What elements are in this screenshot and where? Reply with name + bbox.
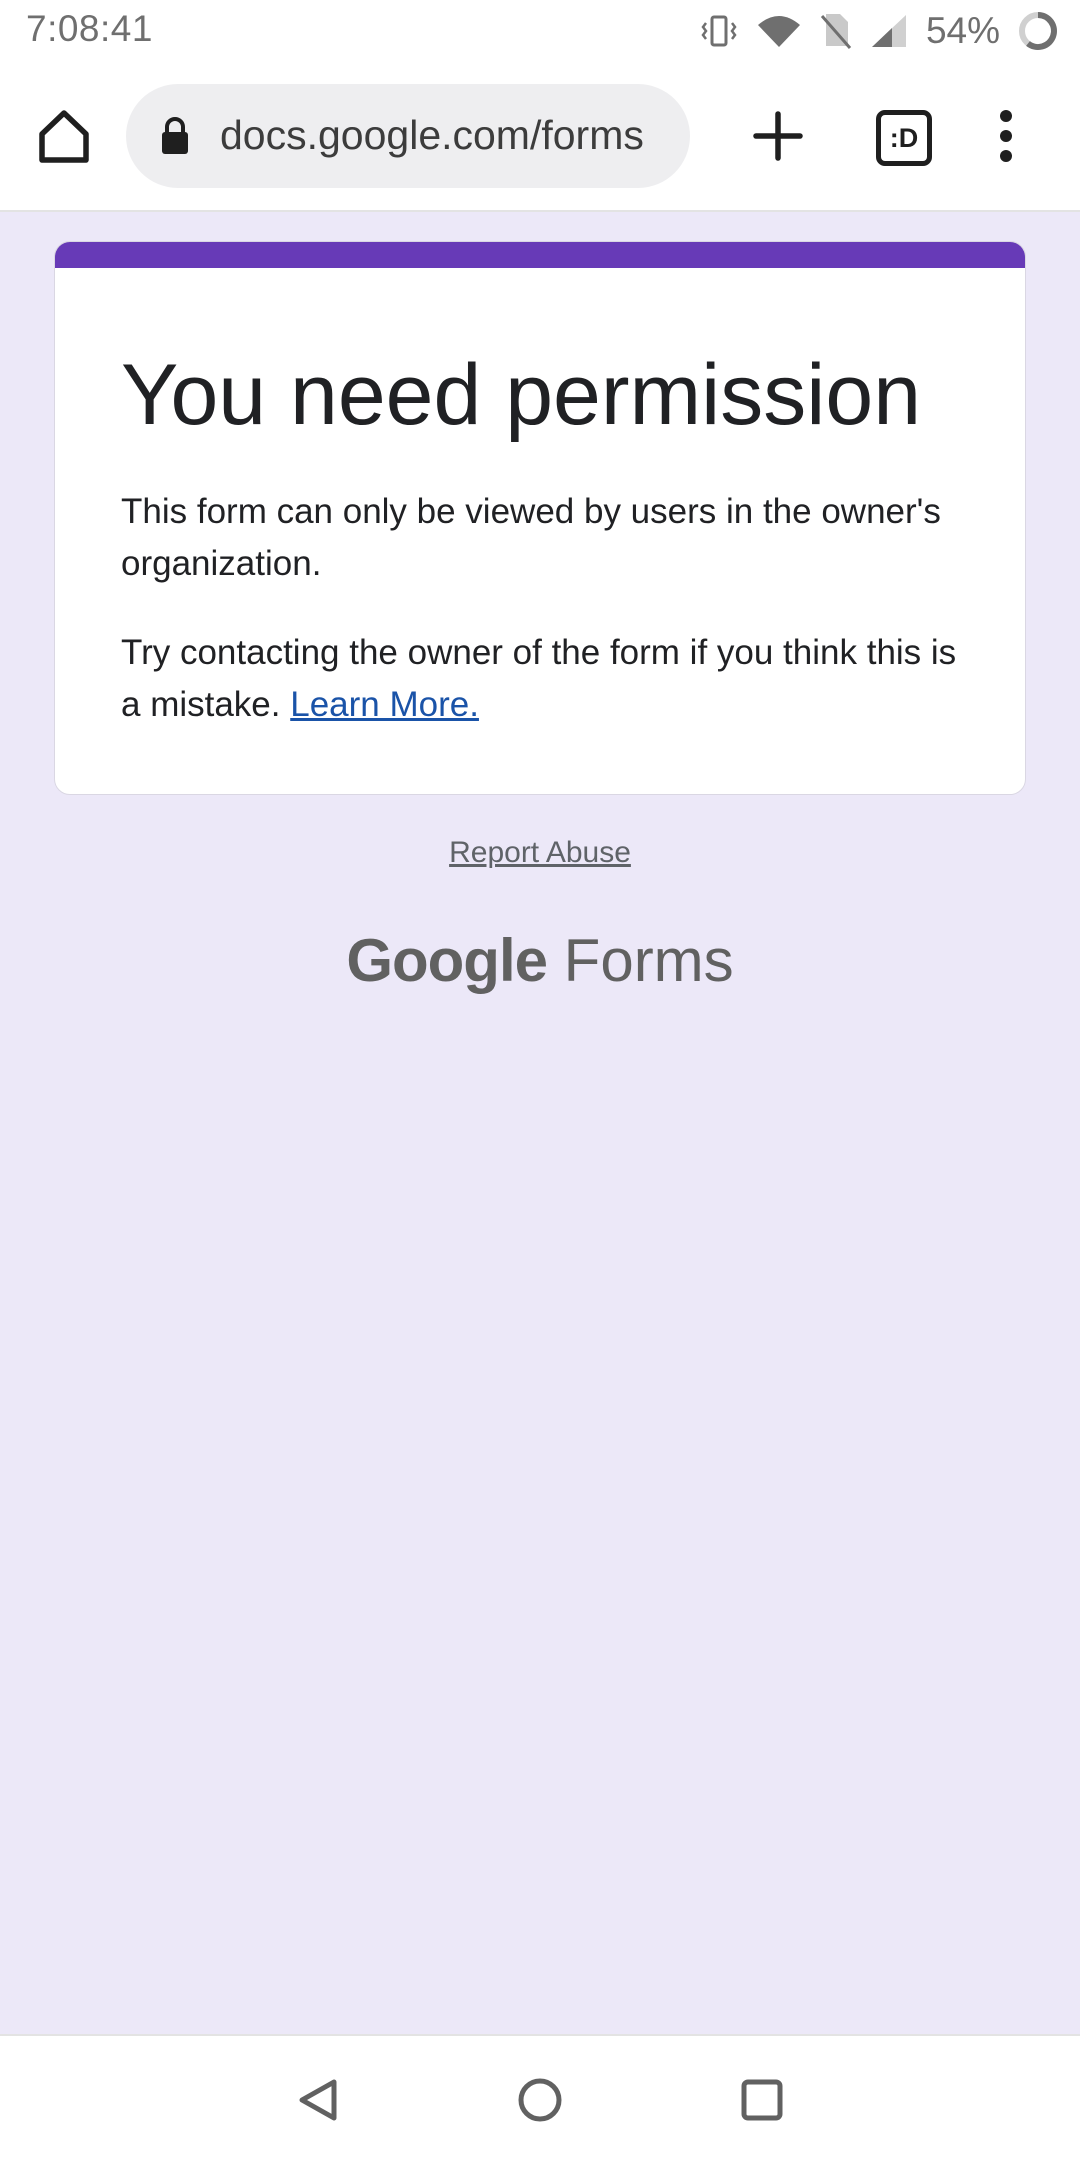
lock-icon (160, 116, 190, 161)
recents-button[interactable] (738, 2076, 786, 2129)
home-icon (39, 110, 89, 163)
permission-card: You need permission This form can only b… (54, 241, 1026, 795)
home-circle-icon (518, 2078, 562, 2122)
logo-forms: Forms (563, 927, 734, 994)
signal-icon (870, 13, 908, 49)
home-button[interactable] (34, 106, 94, 166)
contact-owner-message: Try contacting the owner of the form if … (121, 627, 961, 731)
status-time: 7:08:41 (26, 8, 153, 49)
card-accent-bar (55, 242, 1025, 268)
browser-toolbar: docs.google.com/forms :D (0, 62, 1080, 212)
url-bar[interactable]: docs.google.com/forms (126, 84, 690, 188)
navigation-bar (0, 2034, 1080, 2160)
page-title: You need permission (121, 347, 922, 443)
battery-percentage: 54% (925, 10, 1000, 51)
permission-message: This form can only be viewed by users in… (121, 492, 941, 583)
vibrate-icon (700, 13, 738, 49)
logo-google: Google (346, 927, 548, 994)
new-tab-button[interactable] (748, 106, 808, 166)
no-sim-icon (820, 12, 852, 50)
report-abuse-link[interactable]: Report Abuse (0, 836, 1080, 870)
status-icons: 54% (700, 10, 1058, 52)
plus-icon (753, 111, 803, 161)
back-icon (299, 2079, 337, 2121)
wifi-icon (756, 13, 802, 49)
url-text: docs.google.com/forms (220, 112, 644, 158)
learn-more-link[interactable]: Learn More. (290, 685, 479, 724)
home-nav-button[interactable] (516, 2076, 564, 2129)
google-forms-logo: Google Forms (0, 926, 1080, 995)
back-button[interactable] (294, 2076, 342, 2129)
more-vert-icon (1000, 110, 1012, 162)
recents-icon (741, 2079, 783, 2121)
contact-owner-text: Try contacting the owner of the form if … (121, 633, 957, 724)
menu-button[interactable] (982, 104, 1030, 168)
status-bar: 7:08:41 54% (0, 0, 1080, 62)
tabs-button[interactable]: :D (876, 110, 932, 166)
battery-icon (1018, 11, 1058, 51)
tabs-icon-label: :D (889, 122, 919, 153)
